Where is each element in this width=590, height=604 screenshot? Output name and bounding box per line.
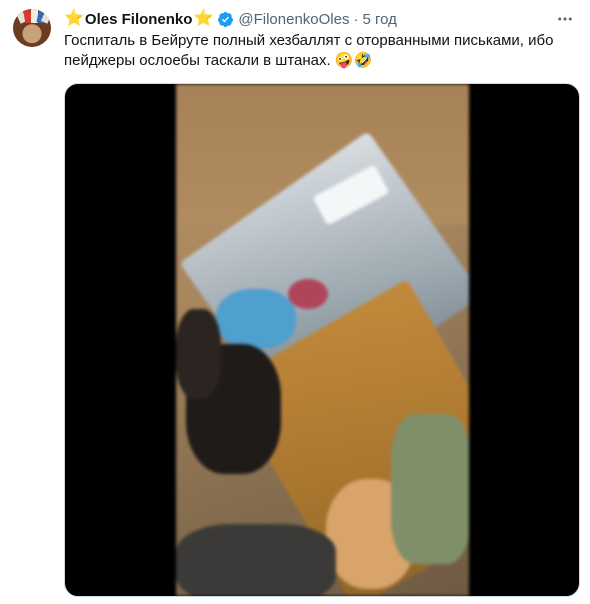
scene-person-dark-2 — [176, 309, 221, 399]
video-frame — [176, 84, 469, 596]
author-handle[interactable]: @FilonenkoOles — [238, 11, 349, 28]
avatar[interactable] — [13, 9, 51, 47]
timestamp[interactable]: 5 год — [362, 11, 396, 28]
scene-green-area — [391, 414, 469, 564]
tweet-header: ⭐ Oles Filonenko ⭐ @FilonenkoOles · 5 го… — [64, 9, 576, 29]
scene-person-blue — [216, 289, 296, 349]
emoji-group: 🤪🤣 — [334, 52, 373, 69]
verified-badge-icon — [217, 11, 234, 28]
tweet-body: Госпиталь в Бейруте полный хезбаллят с о… — [64, 32, 554, 69]
tweet[interactable]: ⭐ Oles Filonenko ⭐ @FilonenkoOles · 5 го… — [0, 0, 590, 604]
more-options-icon[interactable] — [554, 9, 576, 29]
tweet-text: Госпиталь в Бейруте полный хезбаллят с о… — [64, 31, 564, 71]
scene-shadow-bottom — [176, 524, 336, 596]
star-emoji: ⭐ — [193, 10, 214, 27]
video-player[interactable] — [64, 83, 580, 597]
star-emoji: ⭐ — [64, 10, 84, 27]
separator-dot: · — [353, 10, 359, 28]
scene-person-red — [288, 279, 328, 309]
author-name[interactable]: Oles Filonenko — [85, 11, 193, 28]
